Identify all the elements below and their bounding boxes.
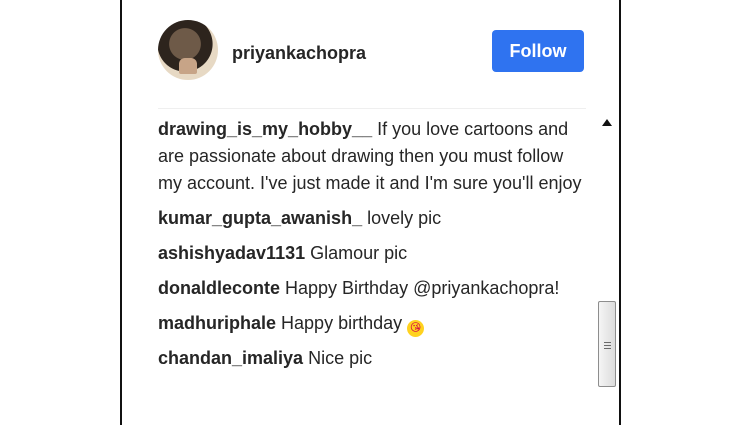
comment-author[interactable]: kumar_gupta_awanish_ [158,208,362,228]
comment-text: Glamour pic [310,243,408,263]
comments-scrollbar[interactable] [596,113,618,425]
comment-item: kumar_gupta_awanish_ lovely pic [158,205,588,232]
comment-author[interactable]: donaldleconte [158,278,280,298]
header-divider [158,108,586,109]
comment-item: donaldleconte Happy Birthday @priyankacho… [158,275,588,302]
post-comment-panel: priyankachopra Follow drawing_is_my_hobb… [120,0,621,425]
grip-line [604,348,611,349]
comment-item: ashishyadav1131 Glamour pic [158,240,588,267]
scroll-thumb[interactable] [598,301,616,387]
comment-text: lovely pic [367,208,442,228]
comment-author[interactable]: chandan_imaliya [158,348,303,368]
profile-username[interactable]: priyankachopra [232,43,366,64]
kiss-emoji-icon: 😘 [407,320,425,337]
follow-button[interactable]: Follow [492,30,584,72]
scroll-up-icon[interactable] [602,119,612,126]
comment-item: chandan_imaliya Nice pic [158,345,588,372]
grip-line [604,345,611,346]
comment-author[interactable]: ashishyadav1131 [158,243,305,263]
comments-list: drawing_is_my_hobby__ If you love cartoon… [158,116,588,425]
comment-text: Happy birthday [281,313,403,333]
comment-author[interactable]: madhuriphale [158,313,276,333]
comment-text: Nice pic [308,348,373,368]
comment-text: Happy Birthday @priyankachopra! [285,278,560,298]
comment-item: madhuriphale Happy birthday 😘 [158,310,588,337]
profile-avatar[interactable] [158,20,218,80]
grip-line [604,342,611,343]
comment-author[interactable]: drawing_is_my_hobby__ [158,119,372,139]
post-header: priyankachopra Follow [122,0,619,108]
comment-item: drawing_is_my_hobby__ If you love cartoon… [158,116,588,197]
